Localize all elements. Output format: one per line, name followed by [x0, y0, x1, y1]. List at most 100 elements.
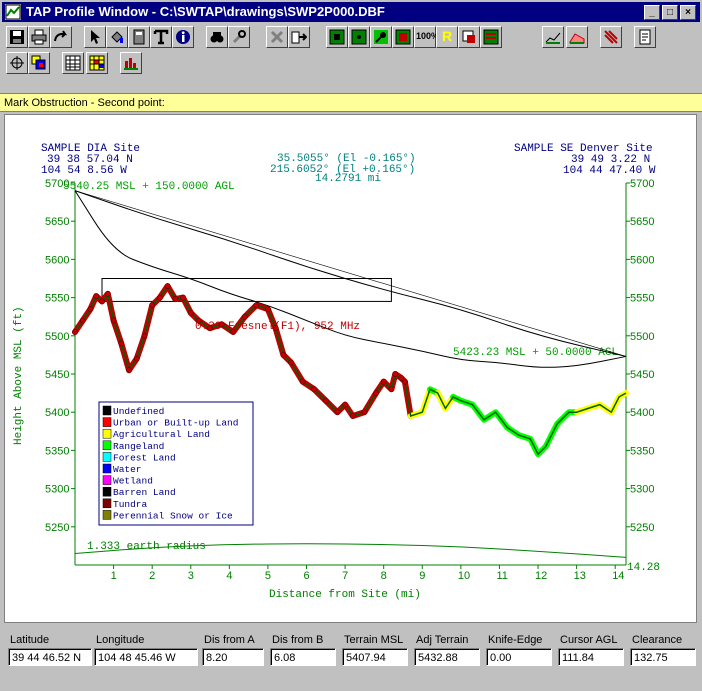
y-tick-label-left: 5550	[45, 293, 69, 305]
y-tick-label-left: 5300	[45, 484, 69, 496]
window-title: TAP Profile Window - C:\SWTAP\drawings\S…	[26, 4, 385, 19]
terrain-point	[265, 306, 271, 312]
letter-r-icon[interactable]: R	[436, 26, 458, 48]
terrain-point	[207, 325, 213, 332]
terrain-point	[311, 386, 318, 393]
y-tick-label-right: 5400	[630, 407, 654, 419]
y-axis-label: Height Above MSL (ft)	[13, 306, 25, 445]
terrain-point	[87, 306, 94, 312]
legend-label: Barren Land	[113, 487, 176, 498]
legend-label: Urban or Built-up Land	[113, 418, 238, 429]
terrain-point	[187, 310, 194, 316]
color-palette-icon[interactable]	[28, 52, 50, 74]
letter-r-label: R	[442, 28, 453, 44]
legend-swatch	[102, 440, 112, 451]
title-bar[interactable]: TAP Profile Window - C:\SWTAP\drawings\S…	[2, 2, 700, 22]
readout-label: Longitude	[96, 634, 145, 646]
print-icon[interactable]	[28, 26, 50, 48]
profile-chart[interactable]: SAMPLE DIA Site 39 38 57.04 N 104 54 8.5…	[5, 115, 696, 622]
status-bar: Mark Obstruction - Second point:	[0, 93, 702, 112]
legend-label: Forest Land	[113, 452, 176, 463]
y-tick-label-left: 5250	[45, 522, 69, 534]
y-tick-label-left: 5400	[45, 407, 69, 419]
info-icon[interactable]	[172, 26, 194, 48]
profile-plot[interactable]: SAMPLE DIA Site 39 38 57.04 N 104 54 8.5…	[4, 114, 697, 623]
terrain-point	[388, 386, 395, 393]
readout-label: Adj Terrain	[416, 634, 469, 646]
pin-icon[interactable]	[370, 26, 392, 48]
color-table-icon[interactable]	[86, 52, 108, 74]
save-icon[interactable]	[6, 26, 28, 48]
bar-chart-icon[interactable]	[120, 52, 142, 74]
y-tick-label-right: 5550	[630, 293, 654, 305]
legend-label: Agricultural Land	[113, 429, 210, 440]
legend-label: Undefined	[113, 406, 164, 417]
tap-profile-window: TAP Profile Window - C:\SWTAP\drawings\S…	[0, 0, 702, 691]
terrain-point	[133, 355, 140, 362]
terrain-point	[402, 378, 408, 385]
hatched-icon[interactable]	[600, 26, 622, 48]
record-icon[interactable]	[458, 26, 480, 48]
zoom-100-icon[interactable]: 100%	[414, 26, 439, 48]
redo-icon[interactable]	[50, 26, 72, 48]
y-tick-label-left: 5600	[45, 254, 69, 266]
antenna-a-label: 5540.25 MSL + 150.0000 AGL	[63, 181, 235, 193]
site-a-longitude: 104 54 8.56 W	[41, 165, 127, 177]
paint-bucket-icon[interactable]	[106, 26, 128, 48]
text-icon[interactable]	[150, 26, 172, 48]
x-tick-label: 6	[304, 570, 310, 582]
x-tick-label: 12	[535, 570, 547, 582]
app-icon[interactable]	[5, 4, 21, 20]
readout-value: 132.75	[630, 648, 696, 666]
x-tick-label: 8	[381, 570, 387, 582]
x-tick-label: 11	[496, 570, 507, 582]
terrain-fill-icon[interactable]	[566, 26, 588, 48]
terrain-point	[118, 340, 125, 347]
terrain-point	[398, 374, 404, 381]
exit-icon[interactable]	[288, 26, 310, 48]
terrain-icon[interactable]	[542, 26, 564, 48]
readout-label: Clearance	[632, 634, 683, 646]
x-tick-label: 13	[574, 570, 586, 582]
calculator-icon[interactable]	[128, 26, 150, 48]
y-tick-label-right: 5300	[630, 484, 654, 496]
crosshair-icon[interactable]	[6, 52, 28, 74]
minimize-button[interactable]: _	[644, 5, 660, 20]
terrain-point	[79, 317, 86, 324]
readout-longitude: Longitude 104 48 45.46 W	[94, 632, 198, 666]
obstruction-box[interactable]	[101, 278, 392, 302]
pointer-icon[interactable]	[84, 26, 106, 48]
readout-value: 8.20	[202, 648, 264, 666]
page-icon[interactable]	[634, 26, 656, 48]
toolbar: 100% R	[2, 24, 700, 80]
readout-panel: Latitude 39 44 46.52 N Longitude 104 48 45.…	[0, 632, 702, 691]
legend-swatch	[102, 405, 112, 416]
x-tick-label: 1	[111, 570, 117, 582]
terrain-point	[241, 313, 248, 320]
terrain-point	[253, 302, 260, 309]
close-button[interactable]: ×	[680, 5, 696, 20]
map-icon[interactable]	[480, 26, 502, 48]
readout-cursor-agl: Cursor AGL 111.84	[558, 632, 624, 666]
cross-icon[interactable]	[266, 26, 288, 48]
table-icon[interactable]	[62, 52, 84, 74]
curvature-value: 14.28	[627, 562, 660, 574]
binoculars-icon[interactable]	[206, 26, 228, 48]
terrain-point	[334, 409, 341, 416]
terrain-point	[195, 317, 202, 324]
terrain-point	[361, 409, 368, 416]
x-tick-label: 14	[612, 570, 624, 582]
maximize-button[interactable]: □	[662, 5, 678, 20]
grid-icon[interactable]	[326, 26, 348, 48]
readout-value: 39 44 46.52 N	[8, 648, 92, 666]
readout-label: Dis from A	[204, 634, 255, 646]
readout-value: 5432.88	[414, 648, 480, 666]
x-axis-label: Distance from Site (mi)	[269, 589, 421, 601]
terrain-point	[322, 397, 329, 404]
terrain-point	[149, 302, 156, 309]
terrain-point	[288, 359, 294, 366]
y-tick-label-right: 5250	[630, 522, 654, 534]
red-square-icon[interactable]	[392, 26, 414, 48]
dot-icon[interactable]	[348, 26, 370, 48]
wrench-icon[interactable]	[228, 26, 250, 48]
